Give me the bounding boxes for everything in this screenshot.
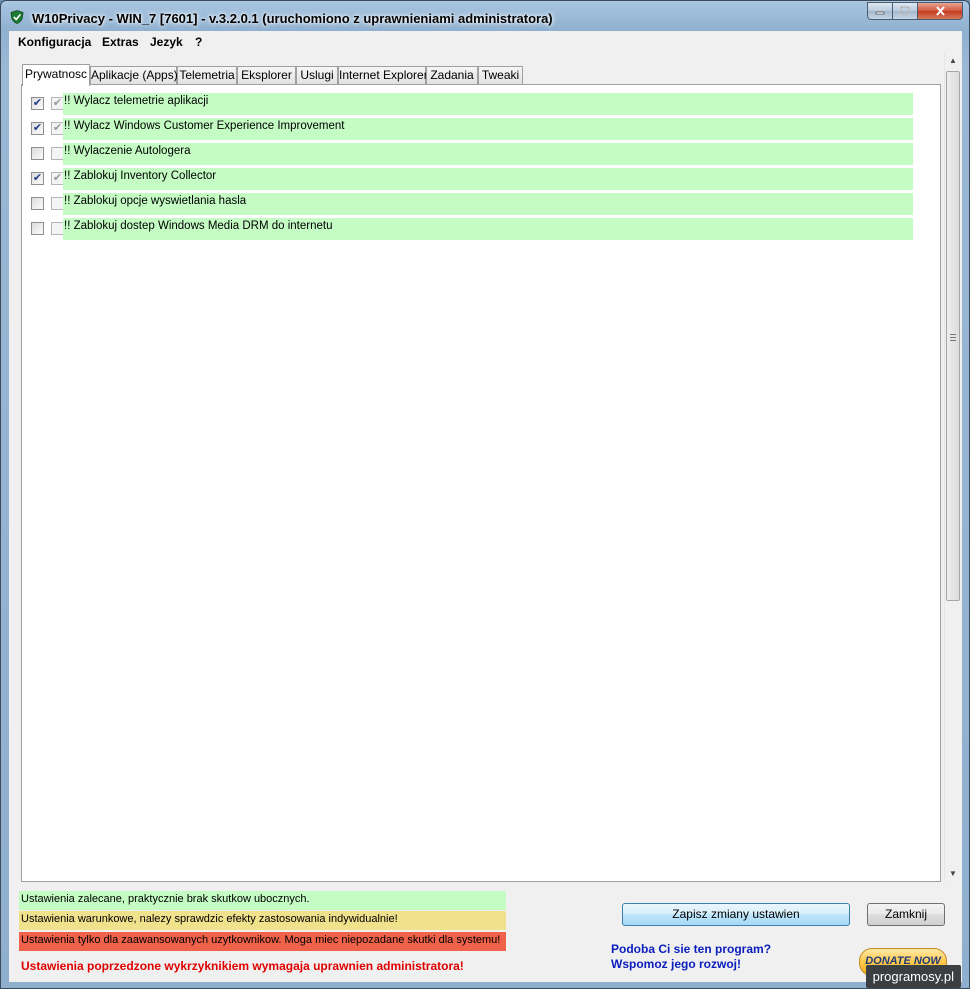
app-window: W10Privacy - WIN_7 [7601] - v.3.2.0.1 (u… [0, 0, 970, 989]
grip-icon [950, 334, 956, 343]
setting-label: !! Wylaczenie Autologera [63, 143, 913, 165]
legend-advanced: Ustawienia tylko dla zaawansowanych uzyt… [19, 932, 506, 951]
tab-telemetria[interactable]: Telemetria [177, 66, 237, 84]
setting-row: ✔ ✔ !! Zablokuj Inventory Collector [22, 168, 922, 190]
title-bar[interactable]: W10Privacy - WIN_7 [7601] - v.3.2.0.1 (u… [1, 1, 969, 31]
scrollbar-thumb[interactable] [946, 71, 960, 601]
setting-row: !! Wylaczenie Autologera [22, 143, 922, 165]
privacy-tab-page: ✔ ✔ !! Wylacz telemetrie aplikacji ✔ ✔ !… [21, 84, 941, 882]
setting-checkbox[interactable]: ✔ [31, 122, 44, 135]
setting-row: !! Zablokuj opcje wyswietlania hasla [22, 193, 922, 215]
close-window-button[interactable] [918, 2, 963, 20]
shield-check-icon [10, 10, 24, 24]
setting-label: !! Zablokuj dostep Windows Media DRM do … [63, 218, 913, 240]
minimize-button[interactable] [867, 2, 893, 20]
window-title: W10Privacy - WIN_7 [7601] - v.3.2.0.1 (u… [32, 11, 553, 26]
admin-warning: Ustawienia poprzedzone wykrzyknikiem wym… [21, 959, 464, 973]
setting-row: ✔ ✔ !! Wylacz telemetrie aplikacji [22, 93, 922, 115]
menu-konfiguracja[interactable]: Konfiguracja [18, 35, 91, 49]
client-area: Konfiguracja Extras Jezyk ? Prywatnosc A… [9, 31, 962, 982]
maximize-button[interactable] [893, 2, 918, 20]
menu-extras[interactable]: Extras [102, 35, 139, 49]
setting-checkbox[interactable] [31, 222, 44, 235]
setting-label: !! Zablokuj Inventory Collector [63, 168, 913, 190]
scroll-down-icon[interactable]: ▼ [949, 869, 957, 878]
setting-label: !! Wylacz telemetrie aplikacji [63, 93, 913, 115]
menu-help[interactable]: ? [195, 35, 202, 49]
caption-buttons [867, 2, 963, 21]
setting-checkbox[interactable] [31, 197, 44, 210]
tab-prywatnosc[interactable]: Prywatnosc [22, 64, 90, 86]
promo-support-link[interactable]: Wspomoz jego rozwoj! [611, 957, 771, 972]
watermark: programosy.pl [865, 965, 961, 988]
setting-row: ✔ ✔ !! Wylacz Windows Customer Experienc… [22, 118, 922, 140]
tab-tweaki[interactable]: Tweaki [478, 66, 523, 84]
close-icon [935, 6, 945, 16]
minimize-icon [875, 11, 885, 15]
promo-question: Podoba Ci sie ten program? [611, 942, 772, 956]
setting-label: !! Wylacz Windows Customer Experience Im… [63, 118, 913, 140]
setting-checkbox[interactable] [31, 147, 44, 160]
setting-checkbox[interactable]: ✔ [31, 97, 44, 110]
tab-uslugi[interactable]: Uslugi [296, 66, 338, 84]
menu-bar: Konfiguracja Extras Jezyk ? [9, 31, 962, 53]
legend-conditional: Ustawienia warunkowe, nalezy sprawdzic e… [19, 911, 506, 930]
menu-jezyk[interactable]: Jezyk [150, 35, 183, 49]
close-button[interactable]: Zamknij [867, 903, 945, 926]
vertical-scrollbar[interactable]: ▲ ▼ [944, 53, 962, 881]
setting-label: !! Zablokuj opcje wyswietlania hasla [63, 193, 913, 215]
legend-recommended: Ustawienia zalecane, praktycznie brak sk… [19, 891, 506, 910]
tab-aplikacje[interactable]: Aplikacje (Apps) [90, 66, 178, 84]
tab-zadania[interactable]: Zadania [426, 66, 478, 84]
setting-row: !! Zablokuj dostep Windows Media DRM do … [22, 218, 922, 240]
scroll-up-icon[interactable]: ▲ [949, 56, 957, 65]
maximize-icon [900, 6, 910, 15]
tab-internet-explorer[interactable]: Internet Explorer [338, 66, 428, 84]
tab-eksplorer[interactable]: Eksplorer [237, 66, 296, 84]
setting-checkbox[interactable]: ✔ [31, 172, 44, 185]
support-promo: Podoba Ci sie ten program? Wspomoz jego … [611, 942, 771, 972]
save-settings-button[interactable]: Zapisz zmiany ustawien [622, 903, 850, 926]
